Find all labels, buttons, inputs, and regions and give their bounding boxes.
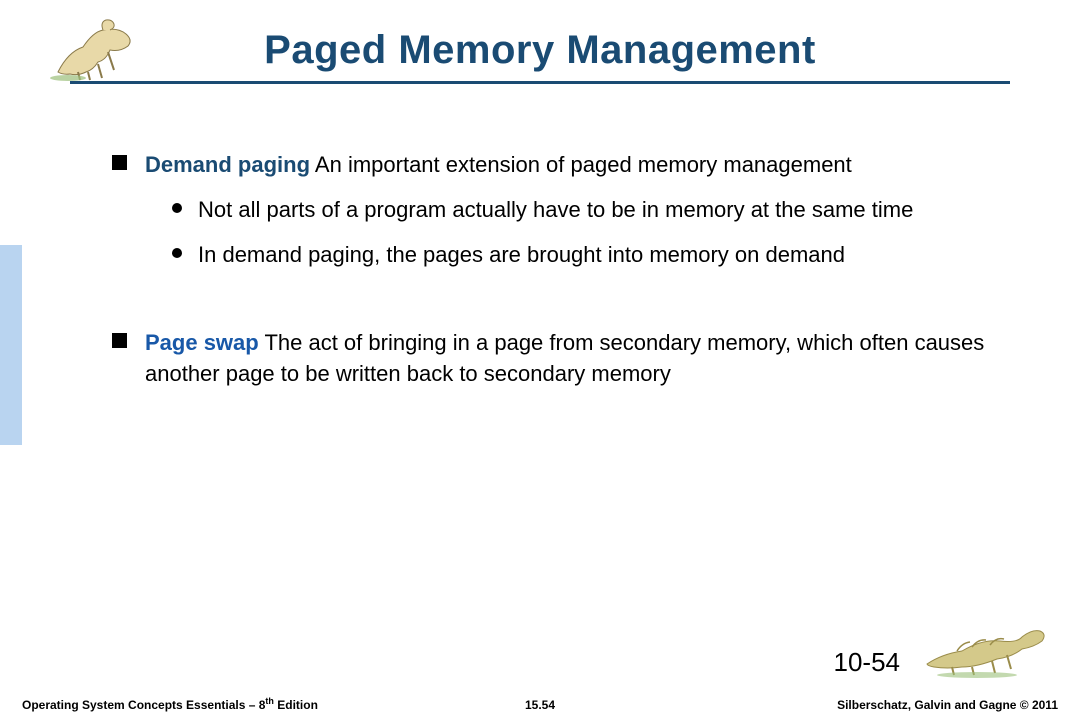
title-underline [70, 81, 1010, 84]
sub-bullet-text: Not all parts of a program actually have… [198, 195, 913, 226]
bullet-body: An important extension of paged memory m… [315, 152, 852, 177]
page-number-large: 10-54 [834, 647, 901, 678]
dinosaur-bottom-icon [922, 619, 1052, 684]
bullet-text: Demand paging An important extension of … [145, 150, 852, 181]
square-bullet-icon [112, 155, 127, 170]
slide-title: Paged Memory Management [0, 28, 1080, 73]
dot-bullet-icon [172, 248, 182, 258]
square-bullet-icon [112, 333, 127, 348]
sub-bullet-item: Not all parts of a program actually have… [172, 195, 1036, 226]
slide-footer: Operating System Concepts Essentials – 8… [0, 696, 1080, 712]
bullet-item: Demand paging An important extension of … [112, 150, 1036, 181]
dot-bullet-icon [172, 203, 182, 213]
bullet-text: Page swap The act of bringing in a page … [145, 328, 1036, 390]
term: Demand paging [145, 152, 310, 177]
bullet-body: The act of bringing in a page from secon… [145, 330, 984, 386]
footer-copyright: Silberschatz, Galvin and Gagne © 2011 [837, 698, 1058, 712]
footer-page-number: 15.54 [525, 698, 555, 712]
term: Page swap [145, 330, 259, 355]
footer-book-title: Operating System Concepts Essentials – 8… [22, 696, 318, 712]
bullet-item: Page swap The act of bringing in a page … [112, 328, 1036, 390]
left-accent-bar [0, 245, 22, 445]
slide-content: Demand paging An important extension of … [112, 150, 1036, 404]
sub-bullet-item: In demand paging, the pages are brought … [172, 240, 1036, 271]
sub-bullet-text: In demand paging, the pages are brought … [198, 240, 845, 271]
